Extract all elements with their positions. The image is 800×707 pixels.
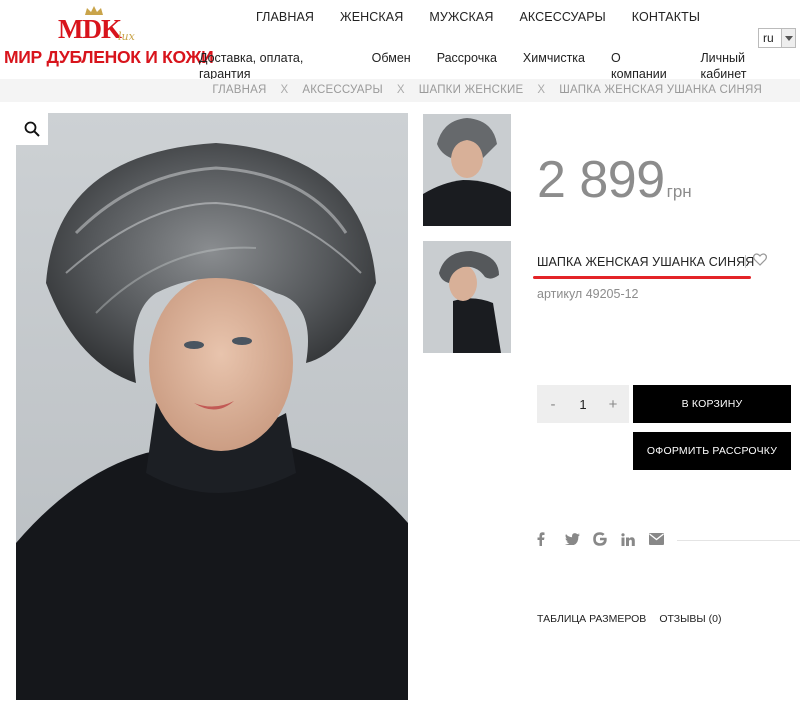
product-tabs: ТАБЛИЦА РАЗМЕРОВ ОТЗЫВЫ (0) [537, 613, 734, 625]
product-thumbnail-2[interactable] [423, 241, 511, 353]
breadcrumb-current: ШАПКА ЖЕНСКАЯ УШАНКА СИНЯЯ [559, 84, 762, 96]
zoom-button[interactable] [16, 113, 48, 145]
sub-nav: Доставка, оплата, гарантия Обмен Рассроч… [186, 50, 800, 82]
share-divider [677, 540, 800, 541]
subnav-installment[interactable]: Рассрочка [424, 50, 510, 82]
main-nav: ГЛАВНАЯ ЖЕНСКАЯ МУЖСКАЯ АКСЕССУАРЫ КОНТА… [243, 9, 713, 25]
subnav-drycleaning[interactable]: Химчистка [510, 50, 598, 82]
product-main-image[interactable] [16, 113, 408, 700]
product-price: 2 899 грн [537, 150, 692, 210]
nav-women[interactable]: ЖЕНСКАЯ [327, 9, 416, 25]
breadcrumb-bar: ГЛАВНАЯ X АКСЕССУАРЫ X ШАПКИ ЖЕНСКИЕ X Ш… [0, 79, 800, 102]
breadcrumb-home[interactable]: ГЛАВНАЯ [212, 84, 266, 96]
site-logo[interactable]: MDK lux МИР ДУБЛЕНОК И КОЖИ [0, 6, 214, 68]
logo-brand: MDK [58, 14, 122, 44]
quantity-value[interactable]: 1 [579, 397, 586, 412]
language-select[interactable]: ru [758, 28, 796, 48]
title-divider [745, 255, 746, 268]
nav-home[interactable]: ГЛАВНАЯ [243, 9, 327, 25]
subnav-account[interactable]: Личный кабинет [687, 50, 800, 82]
tab-size-chart[interactable]: ТАБЛИЦА РАЗМЕРОВ [537, 613, 646, 625]
nav-men[interactable]: МУЖСКАЯ [416, 9, 506, 25]
breadcrumb-separator: X [537, 84, 546, 96]
title-underline [533, 276, 751, 279]
google-icon[interactable] [593, 530, 621, 548]
subnav-delivery[interactable]: Доставка, оплата, гарантия [186, 50, 359, 82]
tab-reviews[interactable]: ОТЗЫВЫ (0) [659, 613, 721, 625]
product-title: ШАПКА ЖЕНСКАЯ УШАНКА СИНЯЯ [537, 255, 755, 269]
logo-subtitle: МИР ДУБЛЕНОК И КОЖИ [4, 47, 214, 67]
quantity-stepper[interactable]: - 1 + [537, 385, 629, 423]
price-value: 2 899 [537, 151, 665, 209]
breadcrumb: ГЛАВНАЯ X АКСЕССУАРЫ X ШАПКИ ЖЕНСКИЕ X Ш… [212, 84, 762, 96]
twitter-icon[interactable] [565, 530, 593, 548]
language-value: ru [763, 31, 774, 45]
price-currency: грн [666, 182, 692, 201]
nav-accessories[interactable]: АКСЕССУАРЫ [506, 9, 618, 25]
chevron-down-icon [781, 29, 795, 47]
email-icon[interactable] [649, 530, 677, 548]
breadcrumb-separator: X [280, 84, 289, 96]
linkedin-icon[interactable] [621, 530, 649, 548]
product-title-block: ШАПКА ЖЕНСКАЯ УШАНКА СИНЯЯ [533, 253, 777, 279]
share-icons [537, 530, 677, 548]
breadcrumb-hats[interactable]: ШАПКИ ЖЕНСКИЕ [419, 84, 524, 96]
quantity-decrease-button[interactable]: - [545, 396, 561, 413]
subnav-exchange[interactable]: Обмен [359, 50, 424, 82]
breadcrumb-separator: X [396, 84, 405, 96]
subnav-about[interactable]: О компании [598, 50, 687, 82]
product-thumbnail-1[interactable] [423, 114, 511, 226]
heart-icon[interactable] [753, 253, 767, 266]
quantity-increase-button[interactable]: + [605, 396, 621, 413]
add-to-cart-button[interactable]: В КОРЗИНУ [633, 385, 791, 423]
search-icon [24, 121, 40, 137]
facebook-icon[interactable] [537, 530, 565, 548]
installment-button[interactable]: ОФОРМИТЬ РАССРОЧКУ [633, 432, 791, 470]
product-sku: артикул 49205-12 [537, 287, 639, 301]
nav-contacts[interactable]: КОНТАКТЫ [619, 9, 713, 25]
logo-lux: lux [118, 30, 135, 43]
breadcrumb-accessories[interactable]: АКСЕССУАРЫ [302, 84, 383, 96]
